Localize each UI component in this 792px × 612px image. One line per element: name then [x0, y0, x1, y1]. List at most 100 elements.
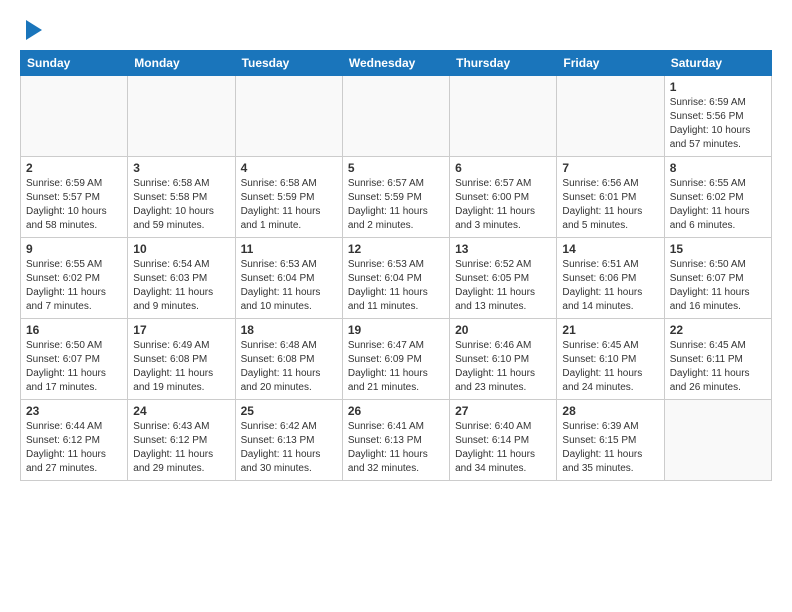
calendar-cell: 22 Sunrise: 6:45 AM Sunset: 6:11 PM Dayli… — [664, 319, 771, 400]
calendar-cell: 27 Sunrise: 6:40 AM Sunset: 6:14 PM Dayli… — [450, 400, 557, 481]
day-info: Sunrise: 6:57 AM Sunset: 6:00 PM Dayligh… — [455, 177, 551, 233]
calendar-week-2: 9 Sunrise: 6:55 AM Sunset: 6:02 PM Daylig… — [21, 238, 772, 319]
calendar-cell: 4Sunrise: 6:58 AM Sunset: 5:59 PM Daylig… — [235, 157, 342, 238]
day-info: Sunrise: 6:57 AM Sunset: 5:59 PM Dayligh… — [348, 177, 444, 233]
day-info: Sunrise: 6:42 AM Sunset: 6:13 PM Dayligh… — [241, 420, 337, 476]
day-number: 19 — [348, 323, 444, 337]
calendar-week-1: 2Sunrise: 6:59 AM Sunset: 5:57 PM Daylig… — [21, 157, 772, 238]
calendar-cell: 12 Sunrise: 6:53 AM Sunset: 6:04 PM Dayli… — [342, 238, 449, 319]
day-header-sunday: Sunday — [21, 51, 128, 76]
calendar-cell: 24 Sunrise: 6:43 AM Sunset: 6:12 PM Dayli… — [128, 400, 235, 481]
day-number: 18 — [241, 323, 337, 337]
day-number: 26 — [348, 404, 444, 418]
day-number: 25 — [241, 404, 337, 418]
calendar-cell: 17 Sunrise: 6:49 AM Sunset: 6:08 PM Dayli… — [128, 319, 235, 400]
calendar-cell: 26 Sunrise: 6:41 AM Sunset: 6:13 PM Dayli… — [342, 400, 449, 481]
day-number: 12 — [348, 242, 444, 256]
calendar-cell: 10 Sunrise: 6:54 AM Sunset: 6:03 PM Dayli… — [128, 238, 235, 319]
day-info: Sunrise: 6:49 AM Sunset: 6:08 PM Dayligh… — [133, 339, 229, 395]
day-info: Sunrise: 6:51 AM Sunset: 6:06 PM Dayligh… — [562, 258, 658, 314]
day-info: Sunrise: 6:52 AM Sunset: 6:05 PM Dayligh… — [455, 258, 551, 314]
day-number: 15 — [670, 242, 766, 256]
day-number: 10 — [133, 242, 229, 256]
day-info: Sunrise: 6:55 AM Sunset: 6:02 PM Dayligh… — [670, 177, 766, 233]
calendar-cell: 2Sunrise: 6:59 AM Sunset: 5:57 PM Daylig… — [21, 157, 128, 238]
calendar-week-4: 23 Sunrise: 6:44 AM Sunset: 6:12 PM Dayli… — [21, 400, 772, 481]
day-info: Sunrise: 6:47 AM Sunset: 6:09 PM Dayligh… — [348, 339, 444, 395]
calendar-cell: 9 Sunrise: 6:55 AM Sunset: 6:02 PM Daylig… — [21, 238, 128, 319]
calendar-cell: 15 Sunrise: 6:50 AM Sunset: 6:07 PM Dayli… — [664, 238, 771, 319]
day-info: Sunrise: 6:41 AM Sunset: 6:13 PM Dayligh… — [348, 420, 444, 476]
day-number: 1 — [670, 80, 766, 94]
calendar-cell: 3 Sunrise: 6:58 AM Sunset: 5:58 PM Daylig… — [128, 157, 235, 238]
day-number: 4 — [241, 161, 337, 175]
calendar-cell: 5 Sunrise: 6:57 AM Sunset: 5:59 PM Daylig… — [342, 157, 449, 238]
day-header-saturday: Saturday — [664, 51, 771, 76]
day-info: Sunrise: 6:50 AM Sunset: 6:07 PM Dayligh… — [670, 258, 766, 314]
day-header-monday: Monday — [128, 51, 235, 76]
day-number: 9 — [26, 242, 122, 256]
day-number: 8 — [670, 161, 766, 175]
logo-arrow-icon — [26, 20, 42, 40]
day-info: Sunrise: 6:54 AM Sunset: 6:03 PM Dayligh… — [133, 258, 229, 314]
day-info: Sunrise: 6:45 AM Sunset: 6:11 PM Dayligh… — [670, 339, 766, 395]
day-number: 11 — [241, 242, 337, 256]
day-number: 22 — [670, 323, 766, 337]
day-number: 20 — [455, 323, 551, 337]
calendar-cell: 14 Sunrise: 6:51 AM Sunset: 6:06 PM Dayli… — [557, 238, 664, 319]
day-info: Sunrise: 6:44 AM Sunset: 6:12 PM Dayligh… — [26, 420, 122, 476]
day-info: Sunrise: 6:58 AM Sunset: 5:58 PM Dayligh… — [133, 177, 229, 233]
calendar-cell: 13Sunrise: 6:52 AM Sunset: 6:05 PM Dayli… — [450, 238, 557, 319]
day-info: Sunrise: 6:53 AM Sunset: 6:04 PM Dayligh… — [241, 258, 337, 314]
calendar-cell: 11 Sunrise: 6:53 AM Sunset: 6:04 PM Dayli… — [235, 238, 342, 319]
calendar-cell: 6 Sunrise: 6:57 AM Sunset: 6:00 PM Daylig… — [450, 157, 557, 238]
day-number: 27 — [455, 404, 551, 418]
day-number: 17 — [133, 323, 229, 337]
calendar-cell: 25 Sunrise: 6:42 AM Sunset: 6:13 PM Dayli… — [235, 400, 342, 481]
day-info: Sunrise: 6:45 AM Sunset: 6:10 PM Dayligh… — [562, 339, 658, 395]
calendar-cell: 7Sunrise: 6:56 AM Sunset: 6:01 PM Daylig… — [557, 157, 664, 238]
calendar-cell: 16 Sunrise: 6:50 AM Sunset: 6:07 PM Dayli… — [21, 319, 128, 400]
calendar-cell: 20 Sunrise: 6:46 AM Sunset: 6:10 PM Dayli… — [450, 319, 557, 400]
day-header-wednesday: Wednesday — [342, 51, 449, 76]
page-header — [20, 20, 772, 40]
day-info: Sunrise: 6:50 AM Sunset: 6:07 PM Dayligh… — [26, 339, 122, 395]
calendar-cell — [557, 76, 664, 157]
day-number: 7 — [562, 161, 658, 175]
calendar-cell — [235, 76, 342, 157]
day-number: 28 — [562, 404, 658, 418]
calendar-cell — [342, 76, 449, 157]
calendar-cell — [664, 400, 771, 481]
calendar-cell — [128, 76, 235, 157]
calendar-header-row: SundayMondayTuesdayWednesdayThursdayFrid… — [21, 51, 772, 76]
day-info: Sunrise: 6:43 AM Sunset: 6:12 PM Dayligh… — [133, 420, 229, 476]
day-info: Sunrise: 6:55 AM Sunset: 6:02 PM Dayligh… — [26, 258, 122, 314]
day-number: 24 — [133, 404, 229, 418]
calendar-cell: 18Sunrise: 6:48 AM Sunset: 6:08 PM Dayli… — [235, 319, 342, 400]
day-number: 6 — [455, 161, 551, 175]
calendar-cell — [21, 76, 128, 157]
day-info: Sunrise: 6:53 AM Sunset: 6:04 PM Dayligh… — [348, 258, 444, 314]
calendar-cell: 19 Sunrise: 6:47 AM Sunset: 6:09 PM Dayli… — [342, 319, 449, 400]
day-header-friday: Friday — [557, 51, 664, 76]
day-number: 14 — [562, 242, 658, 256]
calendar-week-0: 1Sunrise: 6:59 AM Sunset: 5:56 PM Daylig… — [21, 76, 772, 157]
day-number: 23 — [26, 404, 122, 418]
logo — [20, 20, 42, 40]
day-number: 21 — [562, 323, 658, 337]
calendar-cell: 21 Sunrise: 6:45 AM Sunset: 6:10 PM Dayli… — [557, 319, 664, 400]
day-number: 3 — [133, 161, 229, 175]
calendar-cell — [450, 76, 557, 157]
day-info: Sunrise: 6:39 AM Sunset: 6:15 PM Dayligh… — [562, 420, 658, 476]
calendar-cell: 23 Sunrise: 6:44 AM Sunset: 6:12 PM Dayli… — [21, 400, 128, 481]
day-header-tuesday: Tuesday — [235, 51, 342, 76]
day-number: 16 — [26, 323, 122, 337]
calendar-table: SundayMondayTuesdayWednesdayThursdayFrid… — [20, 50, 772, 481]
day-info: Sunrise: 6:40 AM Sunset: 6:14 PM Dayligh… — [455, 420, 551, 476]
day-number: 2 — [26, 161, 122, 175]
day-number: 5 — [348, 161, 444, 175]
calendar-cell: 8 Sunrise: 6:55 AM Sunset: 6:02 PM Daylig… — [664, 157, 771, 238]
day-info: Sunrise: 6:46 AM Sunset: 6:10 PM Dayligh… — [455, 339, 551, 395]
calendar-cell: 1Sunrise: 6:59 AM Sunset: 5:56 PM Daylig… — [664, 76, 771, 157]
day-header-thursday: Thursday — [450, 51, 557, 76]
